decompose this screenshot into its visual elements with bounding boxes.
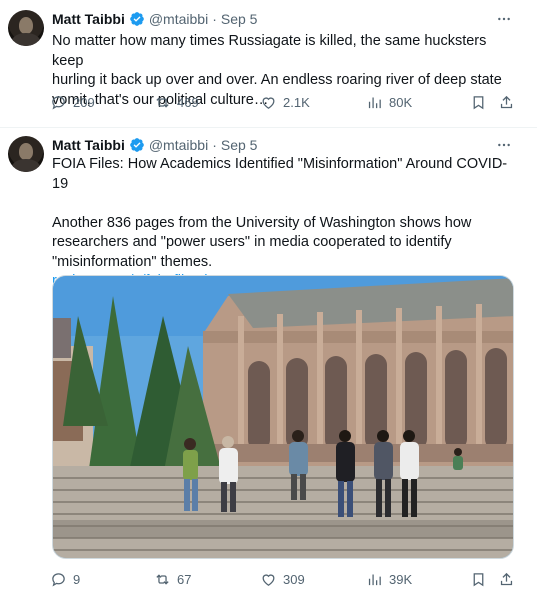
tweet-text-line: researchers and "power users" in media c… (52, 234, 452, 250)
share-icon (500, 95, 513, 109)
views-icon (368, 574, 381, 586)
bookmark-icon (473, 96, 484, 110)
tweet-text-line: "misinformation" themes. (52, 253, 213, 270)
views-button[interactable]: 80K (366, 94, 412, 111)
reply-button[interactable]: 209 (50, 94, 95, 111)
reply-count: 9 (73, 572, 81, 587)
separator: · (212, 137, 217, 153)
tweet-actions: 9 67 309 39K (50, 571, 520, 591)
reply-count: 209 (73, 95, 95, 110)
like-button[interactable]: 2.1K (260, 94, 310, 111)
bookmark-icon (473, 573, 484, 587)
tweet-actions: 209 469 2.1K 80K (50, 94, 520, 114)
views-count: 39K (389, 572, 413, 587)
tweet-date[interactable]: Sep 5 (221, 137, 258, 153)
like-count: 309 (283, 572, 305, 587)
retweet-button[interactable]: 469 (154, 94, 199, 111)
author-name[interactable]: Matt Taibbi (52, 11, 125, 27)
retweet-icon (156, 574, 169, 585)
retweet-count: 67 (177, 572, 192, 587)
bookmark-button[interactable] (470, 571, 487, 588)
tweet-header: Matt Taibbi @mtaibbi · Sep 5 (52, 9, 257, 29)
reply-button[interactable]: 9 (50, 571, 80, 588)
author-name[interactable]: Matt Taibbi (52, 137, 125, 153)
verified-badge-icon (130, 12, 144, 26)
tweet[interactable]: Matt Taibbi @mtaibbi · Sep 5 FOIA Files:… (0, 128, 537, 597)
tweet-text-line: Another 836 pages from the University of… (52, 214, 472, 231)
reply-icon (52, 96, 65, 110)
tweet-text-line: hurling it back up over and over. An end… (52, 72, 502, 88)
tweet-text: FOIA Files: How Academics Identified "Mi… (52, 155, 517, 292)
retweet-button[interactable]: 67 (154, 571, 191, 588)
share-icon (500, 572, 513, 586)
more-icon[interactable] (495, 136, 513, 154)
tweet[interactable]: Matt Taibbi @mtaibbi · Sep 5 No matter h… (0, 0, 537, 128)
tweet-header: Matt Taibbi @mtaibbi · Sep 5 (52, 135, 257, 155)
tweet-text-line: No matter how many times Russiagate is k… (52, 33, 487, 69)
like-icon (262, 97, 275, 109)
retweet-count: 469 (177, 95, 199, 110)
avatar[interactable] (8, 10, 44, 46)
like-count: 2.1K (283, 95, 310, 110)
campus-photo (53, 276, 513, 558)
tweet-date[interactable]: Sep 5 (221, 11, 258, 27)
views-count: 80K (389, 95, 413, 110)
tweet-image[interactable] (52, 275, 514, 559)
bookmark-button[interactable] (470, 94, 487, 111)
share-button[interactable] (498, 571, 515, 588)
views-button[interactable]: 39K (366, 571, 412, 588)
tweet-headline: FOIA Files: How Academics Identified "Mi… (52, 156, 508, 192)
verified-badge-icon (130, 138, 144, 152)
more-icon[interactable] (495, 10, 513, 28)
reply-icon (52, 573, 65, 587)
share-button[interactable] (498, 94, 515, 111)
views-icon (368, 97, 381, 109)
retweet-icon (156, 97, 169, 108)
author-handle[interactable]: @mtaibbi (149, 11, 208, 27)
separator: · (212, 11, 217, 27)
author-handle[interactable]: @mtaibbi (149, 137, 208, 153)
avatar[interactable] (8, 136, 44, 172)
like-button[interactable]: 309 (260, 571, 305, 588)
like-icon (262, 574, 275, 586)
